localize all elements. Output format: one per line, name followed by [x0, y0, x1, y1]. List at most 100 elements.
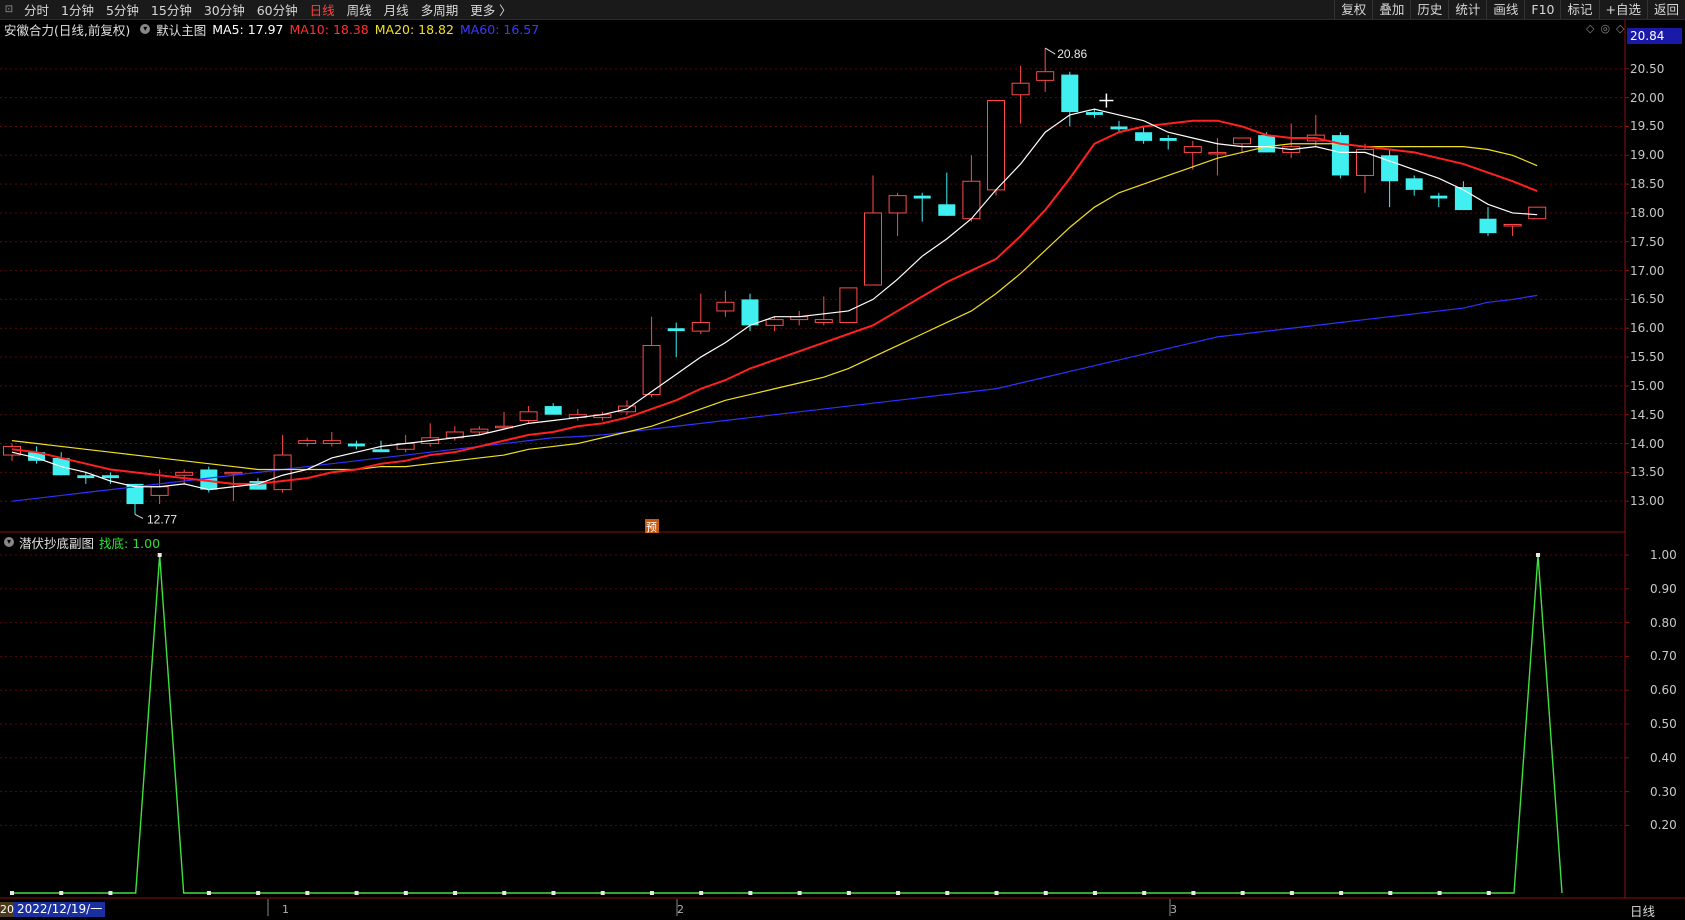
date-cursor-label: 2022/12/19/一 — [14, 902, 106, 917]
candle-body — [962, 180, 981, 220]
sub-indicator-point — [403, 891, 408, 895]
sub-indicator-point — [1240, 891, 1245, 895]
candle-body — [839, 287, 858, 323]
sub-indicator-point — [354, 891, 359, 895]
sub-indicator-point — [600, 891, 605, 895]
candle-body — [347, 443, 365, 447]
candle-body — [716, 301, 735, 312]
y-tick-label: 20.50 — [1630, 61, 1665, 76]
candle-body — [1208, 151, 1227, 155]
y-tick-label: 19.50 — [1630, 119, 1665, 134]
y-tick-label: 15.50 — [1630, 350, 1665, 365]
sub-indicator-point — [157, 553, 162, 557]
sub-y-tick-label: 0.70 — [1650, 649, 1677, 664]
candle-body — [814, 319, 833, 323]
candle-body — [1110, 126, 1128, 130]
sub-indicator-point — [846, 891, 851, 895]
sub-indicator-point — [896, 891, 901, 895]
candle-body — [544, 406, 562, 415]
candle-body — [273, 454, 292, 491]
month-mark-1: 1 — [282, 903, 289, 916]
y-tick-label: 20.00 — [1630, 90, 1665, 105]
sub-indicator-point — [1043, 891, 1048, 895]
candle-body — [741, 299, 759, 326]
sub-indicator-point — [1092, 891, 1097, 895]
date-prefix: 20 — [0, 902, 14, 917]
sub-y-tick-label: 0.60 — [1650, 683, 1677, 698]
sub-indicator-point — [1142, 891, 1147, 895]
sub-y-tick-label: 0.20 — [1650, 818, 1677, 833]
high-pointer — [1044, 47, 1056, 55]
ma10-line — [11, 119, 1538, 485]
candle-body — [765, 319, 784, 326]
y-tick-label: 16.50 — [1630, 292, 1665, 307]
candle-body — [1258, 135, 1276, 153]
candle-body — [667, 328, 685, 332]
month-mark-2: 2 — [677, 903, 684, 916]
candle-body — [1233, 137, 1251, 145]
candle-body — [1011, 82, 1030, 96]
sub-indicator-point — [1339, 891, 1344, 895]
candle-body — [298, 440, 317, 445]
candle-body — [322, 440, 341, 445]
sub-indicator-point — [797, 891, 802, 895]
candle-body — [1331, 135, 1349, 176]
sub-y-tick-label: 0.30 — [1650, 784, 1677, 799]
candle-body — [77, 475, 95, 479]
sub-indicator-point — [1388, 891, 1393, 895]
sub-indicator-point — [256, 891, 261, 895]
y-tick-label: 15.00 — [1630, 378, 1665, 393]
sub-indicator-point — [1486, 891, 1491, 895]
sub-indicator-point — [748, 891, 753, 895]
month-mark-3: 3 — [1170, 903, 1177, 916]
candle-body — [1528, 206, 1547, 220]
sub-indicator-point — [305, 891, 310, 895]
candle-body — [150, 486, 169, 496]
sub-indicator-point — [502, 891, 507, 895]
sub-y-tick-label: 0.40 — [1650, 750, 1677, 765]
sub-indicator-point — [206, 891, 211, 895]
y-tick-label: 19.00 — [1630, 148, 1665, 163]
y-tick-label: 18.50 — [1630, 177, 1665, 192]
high-price-label: 20.86 — [1057, 47, 1087, 61]
candle-body — [470, 428, 489, 433]
candle-body — [888, 195, 907, 214]
sub-indicator-point — [59, 891, 64, 895]
sub-indicator-point — [1289, 891, 1294, 895]
y-tick-label: 17.50 — [1630, 234, 1665, 249]
low-price-label: 12.77 — [147, 512, 177, 526]
period-label[interactable]: 日线 — [1630, 901, 1655, 920]
sub-indicator-point — [453, 891, 458, 895]
y-tick-label: 13.50 — [1630, 465, 1665, 480]
candle-body — [1135, 132, 1153, 141]
candle-body — [864, 212, 882, 286]
ma20-line — [11, 143, 1538, 471]
sub-indicator-point — [1191, 891, 1196, 895]
sub-indicator-point — [10, 891, 14, 895]
candle-body — [101, 475, 119, 479]
candle-body — [175, 471, 194, 476]
candle-body — [1405, 178, 1423, 190]
candle-body — [372, 449, 390, 453]
y-tick-label: 14.00 — [1630, 436, 1665, 451]
sub-indicator-point — [551, 891, 556, 895]
candle-body — [987, 100, 1005, 191]
y-tick-label: 13.00 — [1630, 494, 1665, 509]
candle-body — [1085, 112, 1103, 115]
sub-y-tick-label: 0.90 — [1650, 581, 1677, 596]
candle-body — [519, 411, 538, 421]
sub-indicator-point — [945, 891, 950, 895]
candle-body — [1479, 218, 1497, 234]
candle-body — [1503, 223, 1522, 227]
candle-body — [224, 471, 243, 475]
sub-y-tick-label: 0.80 — [1650, 615, 1677, 630]
low-pointer — [134, 513, 144, 519]
candle-body — [1183, 146, 1202, 153]
sub-indicator-point — [994, 891, 999, 895]
y-tick-label: 17.00 — [1630, 263, 1665, 278]
candle-body — [1356, 149, 1374, 176]
candle-body — [691, 321, 710, 332]
kline-chart[interactable]: 20.86 12.77 预 — [0, 0, 1685, 919]
candle-body — [1036, 71, 1055, 81]
candle-body — [1061, 74, 1079, 113]
